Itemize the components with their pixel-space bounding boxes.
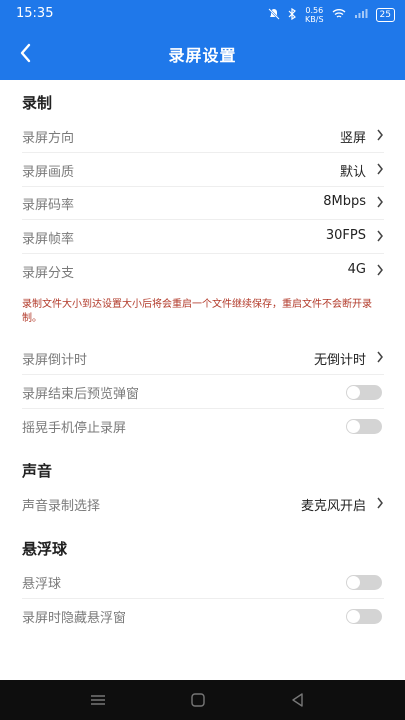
bluetooth-icon xyxy=(288,7,297,23)
row-shake-stop: 摇晃手机停止录屏 xyxy=(22,410,384,442)
row-label: 录屏结束后预览弹窗 xyxy=(22,387,140,402)
chevron-right-icon xyxy=(377,196,383,208)
chevron-right-icon xyxy=(377,163,383,175)
row-label: 悬浮球 xyxy=(22,577,62,592)
net-speed-value: 0.56 xyxy=(305,6,324,15)
nav-menu-button[interactable] xyxy=(88,690,108,710)
status-time: 15:35 xyxy=(16,6,54,21)
row-hide-float: 录屏时隐藏悬浮窗 xyxy=(22,600,384,632)
signal-icon xyxy=(354,8,368,22)
section-title-record: 录制 xyxy=(22,94,53,112)
row-preview-popup: 录屏结束后预览弹窗 xyxy=(22,376,384,409)
nav-home-button[interactable] xyxy=(188,690,208,710)
status-icons: 0.56 KB/S 25 xyxy=(268,6,395,24)
net-speed-unit: KB/S xyxy=(305,15,324,24)
row-record-framerate[interactable]: 录屏帧率 30FPS xyxy=(22,221,384,254)
row-value: 默认 xyxy=(339,165,366,180)
toggle-knob xyxy=(347,610,360,623)
row-record-split[interactable]: 录屏分支 4G xyxy=(22,255,384,287)
row-label: 录屏倒计时 xyxy=(22,353,88,368)
settings-list: 录制 录屏方向 竖屏 录屏画质 默认 录屏码率 8Mbps 录屏帧率 30FPS… xyxy=(0,80,405,680)
section-title-float: 悬浮球 xyxy=(22,540,68,558)
network-speed: 0.56 KB/S xyxy=(305,6,324,24)
row-record-bitrate[interactable]: 录屏码率 8Mbps xyxy=(22,187,384,220)
toggle-knob xyxy=(347,386,360,399)
chevron-right-icon xyxy=(377,264,383,276)
row-label: 录屏分支 xyxy=(22,266,75,281)
hide-float-toggle[interactable] xyxy=(346,609,382,624)
row-value: 竖屏 xyxy=(339,131,366,146)
row-value: 4G xyxy=(347,262,366,277)
menu-icon xyxy=(91,695,105,705)
status-bar: 15:35 0.56 KB/S 25 xyxy=(0,0,405,28)
row-sound-source[interactable]: 声音录制选择 麦克风开启 xyxy=(22,488,384,520)
page-title: 录屏设置 xyxy=(168,46,237,65)
row-countdown[interactable]: 录屏倒计时 无倒计时 xyxy=(22,342,384,375)
nav-back-button[interactable] xyxy=(288,690,308,710)
float-ball-toggle[interactable] xyxy=(346,575,382,590)
wifi-icon xyxy=(332,8,346,22)
chevron-right-icon xyxy=(377,230,383,242)
row-value: 无倒计时 xyxy=(313,353,366,368)
row-label: 录屏画质 xyxy=(22,165,75,180)
row-label: 录屏时隐藏悬浮窗 xyxy=(22,611,127,626)
mute-icon xyxy=(268,7,280,23)
system-nav-bar xyxy=(0,680,405,720)
row-label: 录屏方向 xyxy=(22,131,75,146)
app-bar: 录屏设置 xyxy=(0,28,405,80)
chevron-right-icon xyxy=(377,129,383,141)
battery-icon: 25 xyxy=(375,8,395,22)
row-record-quality[interactable]: 录屏画质 默认 xyxy=(22,154,384,187)
chevron-right-icon xyxy=(377,497,383,509)
row-label: 录屏码率 xyxy=(22,198,75,213)
row-float-ball: 悬浮球 xyxy=(22,566,384,599)
chevron-right-icon xyxy=(377,351,383,363)
row-value: 麦克风开启 xyxy=(300,499,366,514)
triangle-back-icon xyxy=(292,693,303,707)
split-note: 录制文件大小到达设置大小后将会重启一个文件继续保存，重启文件不会断开录制。 xyxy=(22,299,372,324)
shake-stop-toggle[interactable] xyxy=(346,419,382,434)
row-record-direction[interactable]: 录屏方向 竖屏 xyxy=(22,120,384,153)
row-label: 录屏帧率 xyxy=(22,232,75,247)
toggle-knob xyxy=(347,420,360,433)
square-icon xyxy=(191,693,205,707)
row-value: 8Mbps xyxy=(323,194,366,209)
row-label: 声音录制选择 xyxy=(22,499,101,514)
row-value: 30FPS xyxy=(325,228,366,243)
toggle-knob xyxy=(347,576,360,589)
preview-popup-toggle[interactable] xyxy=(346,385,382,400)
section-title-sound: 声音 xyxy=(22,462,53,480)
row-label: 摇晃手机停止录屏 xyxy=(22,421,127,436)
